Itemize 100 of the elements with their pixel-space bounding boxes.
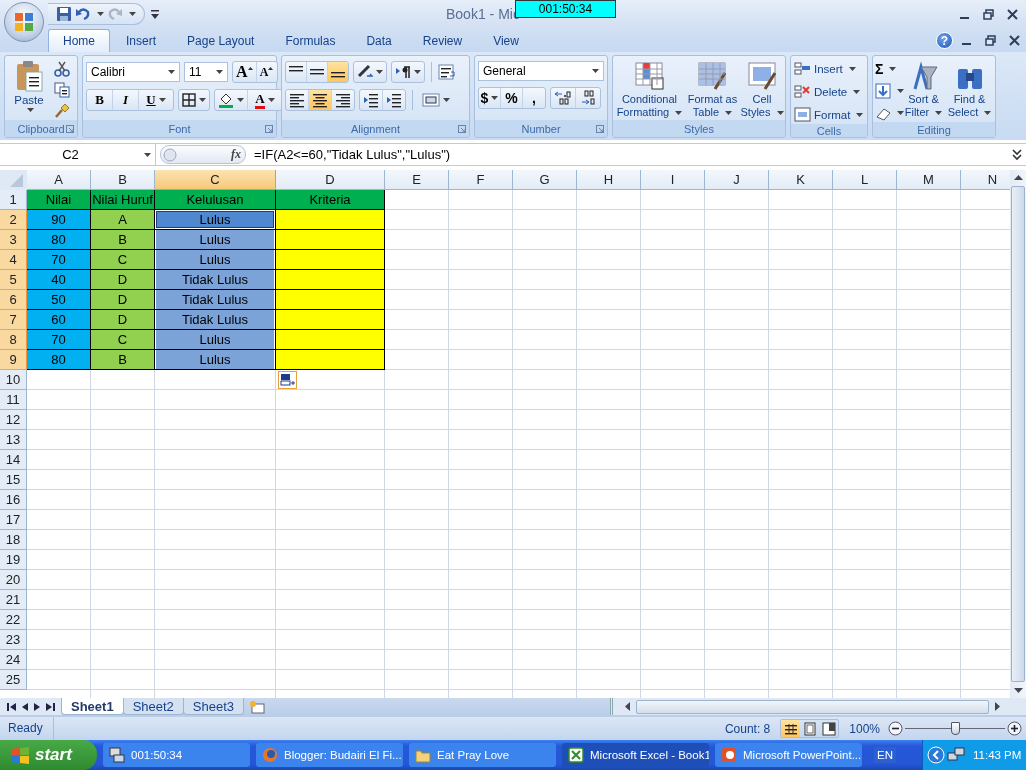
ribbon-tab[interactable]: Insert: [111, 29, 172, 52]
table-cell[interactable]: Lulus: [155, 210, 276, 230]
grip-icon[interactable]: [163, 147, 177, 162]
table-cell[interactable]: C: [91, 330, 155, 350]
table-cell[interactable]: D: [91, 290, 155, 310]
taskbar-button[interactable]: 001:50:34: [103, 743, 250, 767]
last-sheet-icon[interactable]: [46, 702, 55, 711]
taskbar-button[interactable]: Eat Pray Love: [409, 743, 556, 767]
table-cell[interactable]: B: [91, 350, 155, 370]
wrap-text-icon[interactable]: [438, 63, 456, 81]
table-cell[interactable]: 80: [27, 230, 91, 250]
ribbon-tab[interactable]: Data: [351, 29, 407, 52]
column-header[interactable]: A: [27, 170, 91, 190]
row-header[interactable]: 8: [0, 330, 27, 350]
table-cell[interactable]: D: [91, 310, 155, 330]
insert-cells-button[interactable]: Insert: [794, 59, 864, 78]
italic-button[interactable]: I: [113, 90, 139, 110]
horizontal-scrollbar[interactable]: [610, 698, 1026, 715]
find-button[interactable]: Find & Select: [946, 59, 993, 119]
table-cell[interactable]: Lulus: [155, 250, 276, 270]
table-cell[interactable]: Nilai Huruf: [91, 190, 155, 210]
column-header[interactable]: I: [641, 170, 705, 190]
row-header[interactable]: 15: [0, 470, 27, 490]
number-format-field[interactable]: General: [478, 61, 604, 81]
table-cell[interactable]: [276, 330, 385, 350]
table-cell[interactable]: Lulus: [155, 330, 276, 350]
column-header[interactable]: G: [513, 170, 577, 190]
vertical-scrollbar[interactable]: [1010, 170, 1026, 698]
shrink-font-button[interactable]: A: [256, 62, 277, 82]
ribbon-tab[interactable]: Formulas: [270, 29, 351, 52]
sort-button[interactable]: Sort & Filter: [902, 59, 946, 119]
zoom-slider[interactable]: [905, 721, 1005, 736]
column-header[interactable]: J: [705, 170, 769, 190]
language-indicator[interactable]: EN: [874, 747, 896, 763]
format-cells-button[interactable]: Format: [794, 105, 864, 124]
table-cell[interactable]: Lulus: [155, 230, 276, 250]
row-header[interactable]: 4: [0, 250, 27, 270]
table-cell[interactable]: C: [91, 250, 155, 270]
font-color-button[interactable]: A: [248, 90, 282, 110]
merge-center-button[interactable]: [419, 90, 453, 110]
paste-button[interactable]: Paste: [8, 59, 50, 112]
row-header[interactable]: 13: [0, 430, 27, 450]
row-header[interactable]: 9: [0, 350, 27, 370]
taskbar-button[interactable]: Blogger: Budairi El Fi...: [256, 743, 403, 767]
sheet-tab[interactable]: Sheet2: [122, 698, 184, 715]
close-icon[interactable]: [1007, 8, 1018, 20]
dialog-launcher-icon[interactable]: [596, 125, 604, 133]
customize-icon[interactable]: [151, 9, 159, 19]
sheet-tab[interactable]: Sheet3: [182, 698, 245, 715]
delete-cells-button[interactable]: Delete: [794, 82, 864, 101]
borders-button[interactable]: [178, 89, 210, 111]
dialog-launcher-icon[interactable]: [66, 125, 74, 133]
first-sheet-icon[interactable]: [7, 702, 16, 711]
table-cell[interactable]: [276, 350, 385, 370]
table-cell[interactable]: D: [91, 270, 155, 290]
save-icon[interactable]: [56, 6, 72, 22]
next-sheet-icon[interactable]: [34, 702, 40, 711]
ribbon-tab[interactable]: Review: [407, 29, 478, 52]
table-cell[interactable]: [276, 250, 385, 270]
row-header[interactable]: 12: [0, 410, 27, 430]
bottom-align-button[interactable]: [328, 62, 348, 82]
column-header[interactable]: F: [449, 170, 513, 190]
row-header[interactable]: 11: [0, 390, 27, 410]
row-header[interactable]: 14: [0, 450, 27, 470]
table-cell[interactable]: Tidak Lulus: [155, 310, 276, 330]
table-cell[interactable]: 40: [27, 270, 91, 290]
row-header[interactable]: 21: [0, 590, 27, 610]
autosum-button[interactable]: Σ: [875, 59, 901, 78]
zoom-out-icon[interactable]: [888, 721, 903, 736]
styles-button[interactable]: Cell Styles: [741, 59, 783, 119]
table-cell[interactable]: Tidak Lulus: [155, 270, 276, 290]
table-cell[interactable]: B: [91, 230, 155, 250]
ribbon-tab[interactable]: Home: [48, 29, 110, 52]
underline-button[interactable]: U: [139, 90, 173, 110]
row-header[interactable]: 19: [0, 550, 27, 570]
row-header[interactable]: 17: [0, 510, 27, 530]
column-header[interactable]: N: [961, 170, 1010, 190]
row-header[interactable]: 10: [0, 370, 27, 390]
paste-options-icon[interactable]: [278, 371, 297, 389]
table-cell[interactable]: 70: [27, 330, 91, 350]
bold-button[interactable]: B: [87, 90, 113, 110]
table-cell[interactable]: Lulus: [155, 350, 276, 370]
row-header[interactable]: 5: [0, 270, 27, 290]
top-align-button[interactable]: [286, 62, 307, 82]
row-header[interactable]: 22: [0, 610, 27, 630]
table-cell[interactable]: [276, 210, 385, 230]
dialog-launcher-icon[interactable]: [458, 125, 466, 133]
table-cell[interactable]: Kriteria: [276, 190, 385, 210]
ribbon-tab[interactable]: View: [478, 29, 534, 52]
text-direction-button[interactable]: [391, 61, 425, 83]
row-header[interactable]: 25: [0, 670, 27, 690]
styles-button[interactable]: Conditional Formatting: [615, 59, 684, 119]
row-header[interactable]: 24: [0, 650, 27, 670]
column-header[interactable]: K: [769, 170, 833, 190]
table-cell[interactable]: 90: [27, 210, 91, 230]
row-header[interactable]: 20: [0, 570, 27, 590]
new-sheet-icon[interactable]: [248, 700, 267, 714]
table-cell[interactable]: Tidak Lulus: [155, 290, 276, 310]
dialog-launcher-icon[interactable]: [265, 125, 273, 133]
network-icon[interactable]: [947, 747, 965, 763]
